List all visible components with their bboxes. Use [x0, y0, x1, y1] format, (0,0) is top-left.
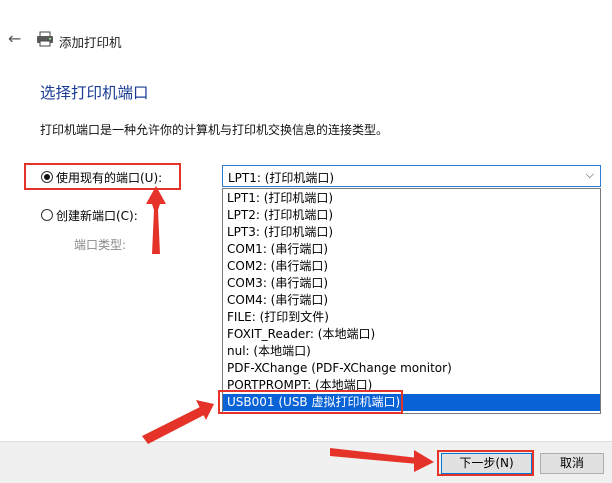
port-list-item[interactable]: COM3: (串行端口) [223, 275, 600, 292]
port-list-item[interactable]: LPT2: (打印机端口) [223, 207, 600, 224]
port-list-item[interactable]: PDF-XChange (PDF-XChange monitor) [223, 360, 600, 377]
port-list-item[interactable]: COM4: (串行端口) [223, 292, 600, 309]
create-new-port-radio[interactable] [41, 209, 53, 221]
annotation-box-next-button [437, 450, 534, 476]
create-new-port-label[interactable]: 创建新端口(C): [56, 207, 138, 224]
annotation-box-existing-port [24, 163, 181, 190]
port-select[interactable]: LPT1: (打印机端口) ⌵ [222, 165, 601, 187]
printer-icon [36, 31, 54, 47]
port-select-value: LPT1: (打印机端口) [228, 171, 335, 185]
port-list-item[interactable]: FILE: (打印到文件) [223, 309, 600, 326]
annotation-arrow-up [150, 198, 162, 254]
port-list-item[interactable]: COM2: (串行端口) [223, 258, 600, 275]
port-list-item[interactable]: LPT3: (打印机端口) [223, 224, 600, 241]
page-description: 打印机端口是一种允许你的计算机与打印机交换信息的连接类型。 [40, 123, 389, 137]
port-list-item[interactable]: nul: (本地端口) [223, 343, 600, 360]
window-title: 添加打印机 [59, 35, 122, 50]
port-list-item[interactable]: LPT1: (打印机端口) [223, 190, 600, 207]
back-arrow-icon[interactable]: ← [8, 29, 28, 49]
page-title: 选择打印机端口 [40, 84, 149, 102]
port-type-label: 端口类型: [74, 238, 127, 252]
annotation-arrow-diagonal [142, 406, 206, 444]
chevron-down-icon[interactable]: ⌵ [586, 168, 594, 182]
annotation-arrow-diagonal-head [196, 400, 214, 420]
port-list-item[interactable]: FOXIT_Reader: (本地端口) [223, 326, 600, 343]
port-dropdown-list[interactable]: LPT1: (打印机端口) LPT2: (打印机端口) LPT3: (打印机端口) C… [222, 188, 601, 414]
annotation-box-usb-port [218, 390, 403, 414]
port-list-item[interactable]: COM1: (串行端口) [223, 241, 600, 258]
cancel-button[interactable]: 取消 [540, 453, 604, 474]
